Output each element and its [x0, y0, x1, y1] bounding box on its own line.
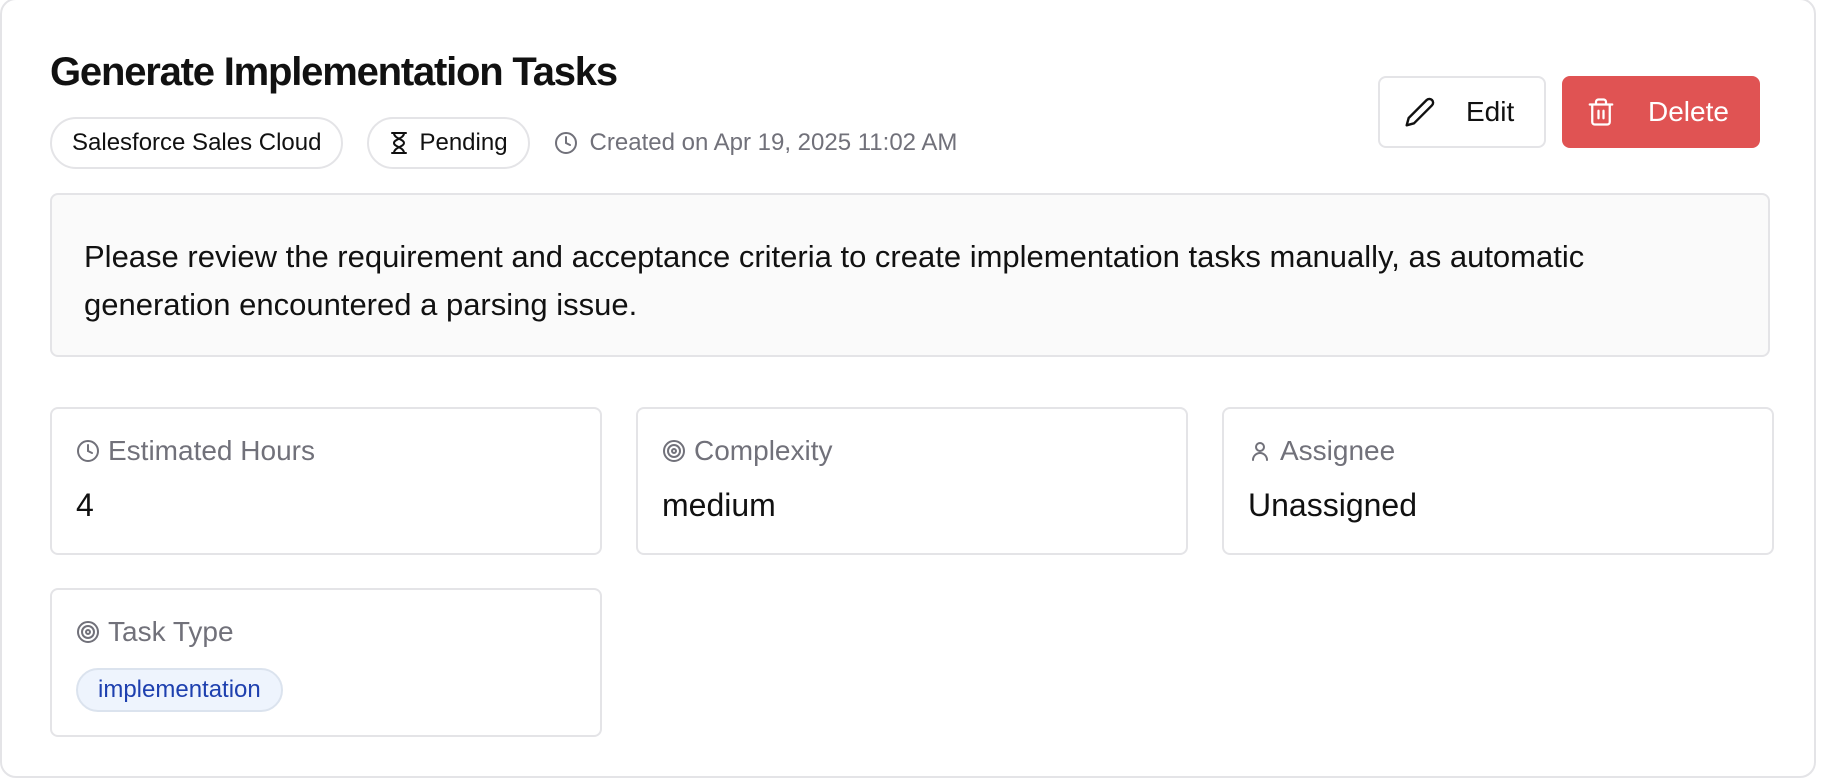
trash-icon	[1586, 96, 1616, 128]
assignee-card: Assignee Unassigned	[1222, 407, 1774, 555]
complexity-card: Complexity medium	[636, 407, 1188, 555]
task-type-card: Task Type implementation	[50, 588, 602, 737]
complexity-value: medium	[662, 487, 776, 523]
task-meta-row: Salesforce Sales Cloud Pending Created o…	[50, 117, 957, 169]
complexity-label: Complexity	[662, 435, 832, 467]
task-type-tag: implementation	[76, 668, 283, 712]
task-description: Please review the requirement and accept…	[50, 193, 1770, 357]
created-timestamp-text: Created on Apr 19, 2025 11:02 AM	[589, 129, 958, 156]
task-type-label-text: Task Type	[108, 616, 234, 647]
complexity-label-text: Complexity	[694, 435, 833, 466]
assignee-value: Unassigned	[1248, 487, 1417, 523]
hourglass-icon	[389, 132, 409, 154]
project-badge: Salesforce Sales Cloud	[50, 117, 344, 169]
assignee-label-text: Assignee	[1280, 435, 1396, 466]
project-badge-label: Salesforce Sales Cloud	[72, 129, 322, 156]
page-title: Generate Implementation Tasks	[50, 50, 618, 94]
pencil-icon	[1404, 96, 1436, 128]
edit-button-label: Edit	[1466, 96, 1515, 127]
task-detail-card: Generate Implementation Tasks Salesforce…	[0, 0, 1816, 778]
estimated-hours-label-text: Estimated Hours	[108, 435, 315, 466]
task-type-label: Task Type	[76, 616, 234, 648]
clock-icon	[554, 131, 578, 155]
target-icon	[76, 620, 100, 644]
edit-button[interactable]: Edit	[1378, 76, 1546, 148]
status-badge-label: Pending	[419, 129, 508, 156]
estimated-hours-value: 4	[76, 487, 94, 523]
task-actions: Edit Delete	[1378, 76, 1760, 148]
user-icon	[1248, 439, 1272, 463]
estimated-hours-label: Estimated Hours	[76, 435, 315, 467]
created-timestamp: Created on Apr 19, 2025 11:02 AM	[554, 129, 958, 157]
delete-button-label: Delete	[1648, 96, 1729, 127]
assignee-label: Assignee	[1248, 435, 1395, 467]
target-icon	[662, 439, 686, 463]
estimated-hours-card: Estimated Hours 4	[50, 407, 602, 555]
delete-button[interactable]: Delete	[1562, 76, 1760, 148]
clock-icon	[76, 439, 100, 463]
status-badge: Pending	[367, 117, 530, 169]
